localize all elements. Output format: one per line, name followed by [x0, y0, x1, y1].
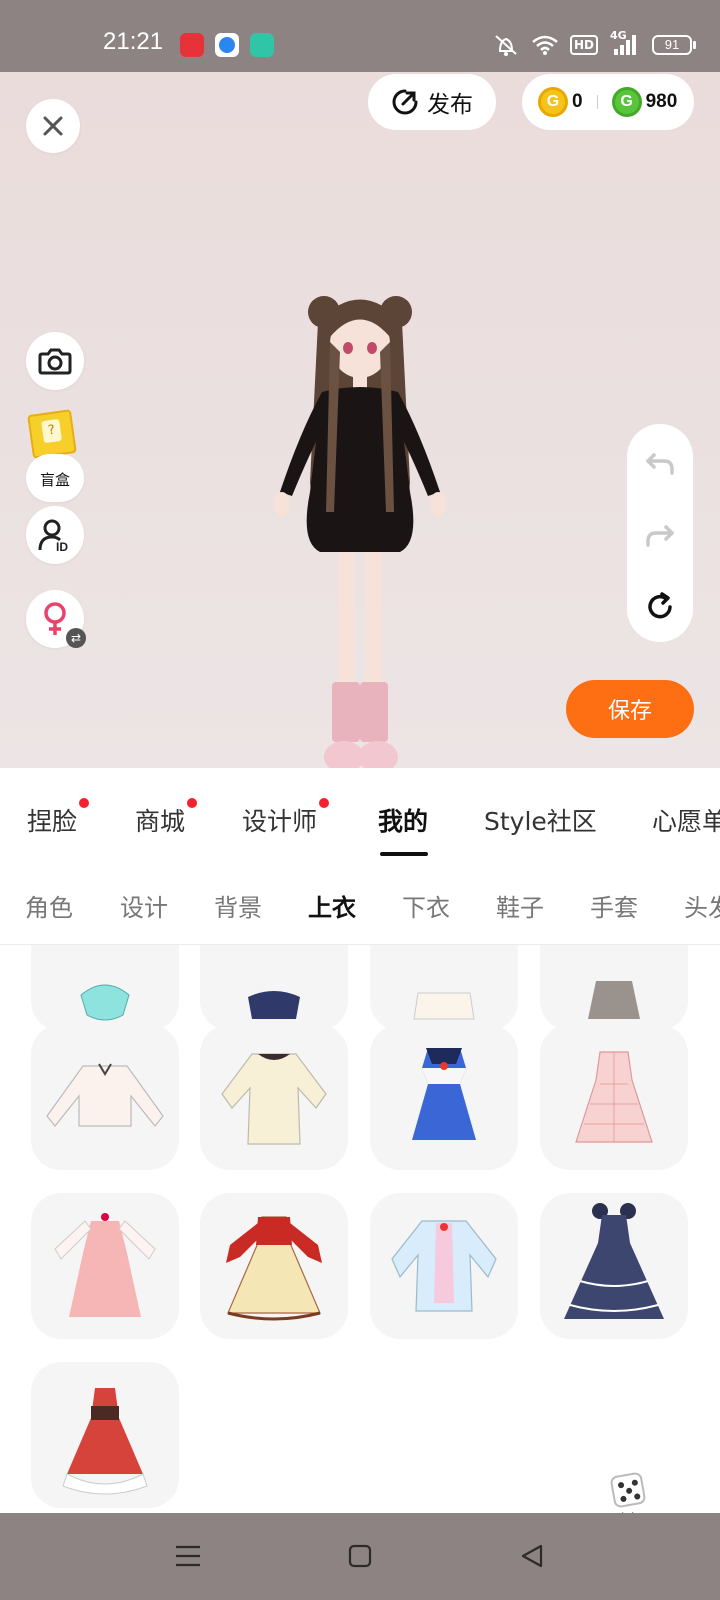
close-icon — [43, 116, 63, 136]
category-hair[interactable]: 头发 — [684, 888, 720, 923]
tab-style-community[interactable]: Style社区 — [484, 802, 597, 838]
category-shoes[interactable]: 鞋子 — [496, 888, 544, 923]
tab-face[interactable]: 捏脸 — [27, 798, 90, 838]
user-id-icon: ID — [38, 519, 68, 553]
video-app-icon — [180, 33, 204, 57]
grey-skirt-dress-item[interactable] — [540, 945, 688, 1031]
redo-icon — [646, 525, 674, 547]
cream-top-item[interactable] — [370, 945, 518, 1031]
blind-box-button[interactable]: 盲盒 — [26, 454, 84, 502]
tab-wishlist[interactable]: 心愿单 — [652, 802, 720, 838]
pastel-jacket-item[interactable] — [370, 1193, 518, 1339]
undo-icon — [646, 453, 674, 475]
blind-box-label: 盲盒 — [39, 470, 70, 489]
battery-icon: 91 — [652, 35, 696, 55]
avatar-character — [274, 296, 446, 768]
status-bar: 21:21 HD 4G 91 — [0, 0, 720, 72]
undo-button[interactable] — [627, 430, 693, 496]
publish-label: 发布 — [427, 92, 473, 118]
category-tab-bar: 角色 设计 背景 上衣 下衣 鞋子 手套 头发 — [0, 864, 720, 944]
coin-wallet[interactable]: G 0 G 980 — [522, 74, 694, 130]
tab-mall[interactable]: 商城 — [135, 798, 198, 838]
avatar-scene: 发布 G 0 G 980 ? 盲盒 ID ⇄ 保存 — [0, 72, 720, 768]
navy-top-item[interactable] — [200, 945, 348, 1031]
menu-nav-button[interactable] — [171, 1541, 205, 1571]
category-design[interactable]: 设计 — [120, 888, 168, 923]
history-panel — [627, 424, 693, 642]
swap-icon: ⇄ — [66, 628, 86, 648]
camera-icon — [38, 348, 72, 375]
category-gloves[interactable]: 手套 — [590, 888, 638, 923]
system-nav-bar — [0, 1513, 720, 1600]
red-white-ruffle-dress-item[interactable] — [31, 1362, 179, 1508]
back-triangle-icon — [521, 1544, 543, 1568]
browser-app-icon — [215, 33, 239, 57]
pink-ruffle-dress-item[interactable] — [31, 1193, 179, 1339]
home-nav-button[interactable] — [343, 1541, 377, 1571]
reset-button[interactable] — [627, 574, 693, 640]
publish-button[interactable]: 发布 — [368, 74, 496, 130]
publish-icon — [392, 89, 418, 115]
gold-coin-count: 0 — [572, 91, 583, 112]
female-icon — [44, 602, 66, 635]
green-coin-icon: G — [611, 87, 642, 117]
green-coin-count: 980 — [645, 91, 678, 112]
new-badge — [187, 798, 198, 808]
mute-bell-icon — [495, 35, 517, 56]
mint-top-item[interactable] — [31, 945, 179, 1031]
blue-sailor-dress-item[interactable] — [370, 1024, 518, 1170]
clock: 21:21 — [103, 28, 164, 55]
category-background[interactable]: 背景 — [214, 888, 262, 923]
gold-coin-icon: G — [538, 87, 568, 117]
tab-designer[interactable]: 设计师 — [242, 798, 330, 838]
new-badge — [319, 798, 330, 808]
cream-sweater-dress-item[interactable] — [200, 1024, 348, 1170]
save-button[interactable]: 保存 — [566, 680, 694, 738]
gender-switch-button[interactable]: ⇄ — [26, 590, 86, 648]
dice-icon — [609, 1471, 647, 1509]
back-nav-button[interactable] — [515, 1541, 549, 1571]
camera-button[interactable] — [26, 332, 84, 390]
menu-icon — [176, 1545, 200, 1567]
tab-mine[interactable]: 我的 — [378, 802, 428, 838]
reset-icon — [648, 592, 672, 619]
blind-box-icon: ? — [27, 409, 77, 459]
chat-app-icon — [250, 33, 274, 57]
wallet-divider — [596, 95, 598, 109]
red-cream-lolita-dress-item[interactable] — [200, 1193, 348, 1339]
profile-id-button[interactable]: ID — [26, 506, 84, 564]
redo-button[interactable] — [627, 502, 693, 568]
pink-plaid-dress-item[interactable] — [540, 1024, 688, 1170]
close-button[interactable] — [26, 99, 80, 153]
svg-text:ID: ID — [56, 540, 68, 553]
navy-layered-dress-item[interactable] — [540, 1193, 688, 1339]
main-tab-bar: 捏脸 商城 设计师 我的 Style社区 心愿单 — [0, 768, 720, 864]
home-square-icon — [348, 1544, 372, 1568]
outfit-grid — [0, 945, 720, 1513]
category-bottoms[interactable]: 下衣 — [402, 888, 450, 923]
hd-badge: HD — [569, 35, 598, 55]
white-blouse-item[interactable] — [31, 1024, 179, 1170]
signal-icon: 4G — [610, 29, 640, 57]
category-role[interactable]: 角色 — [25, 888, 73, 923]
category-tops[interactable]: 上衣 — [308, 888, 356, 923]
active-tab-indicator — [380, 852, 428, 856]
new-badge — [79, 798, 90, 808]
wifi-icon — [532, 35, 558, 55]
